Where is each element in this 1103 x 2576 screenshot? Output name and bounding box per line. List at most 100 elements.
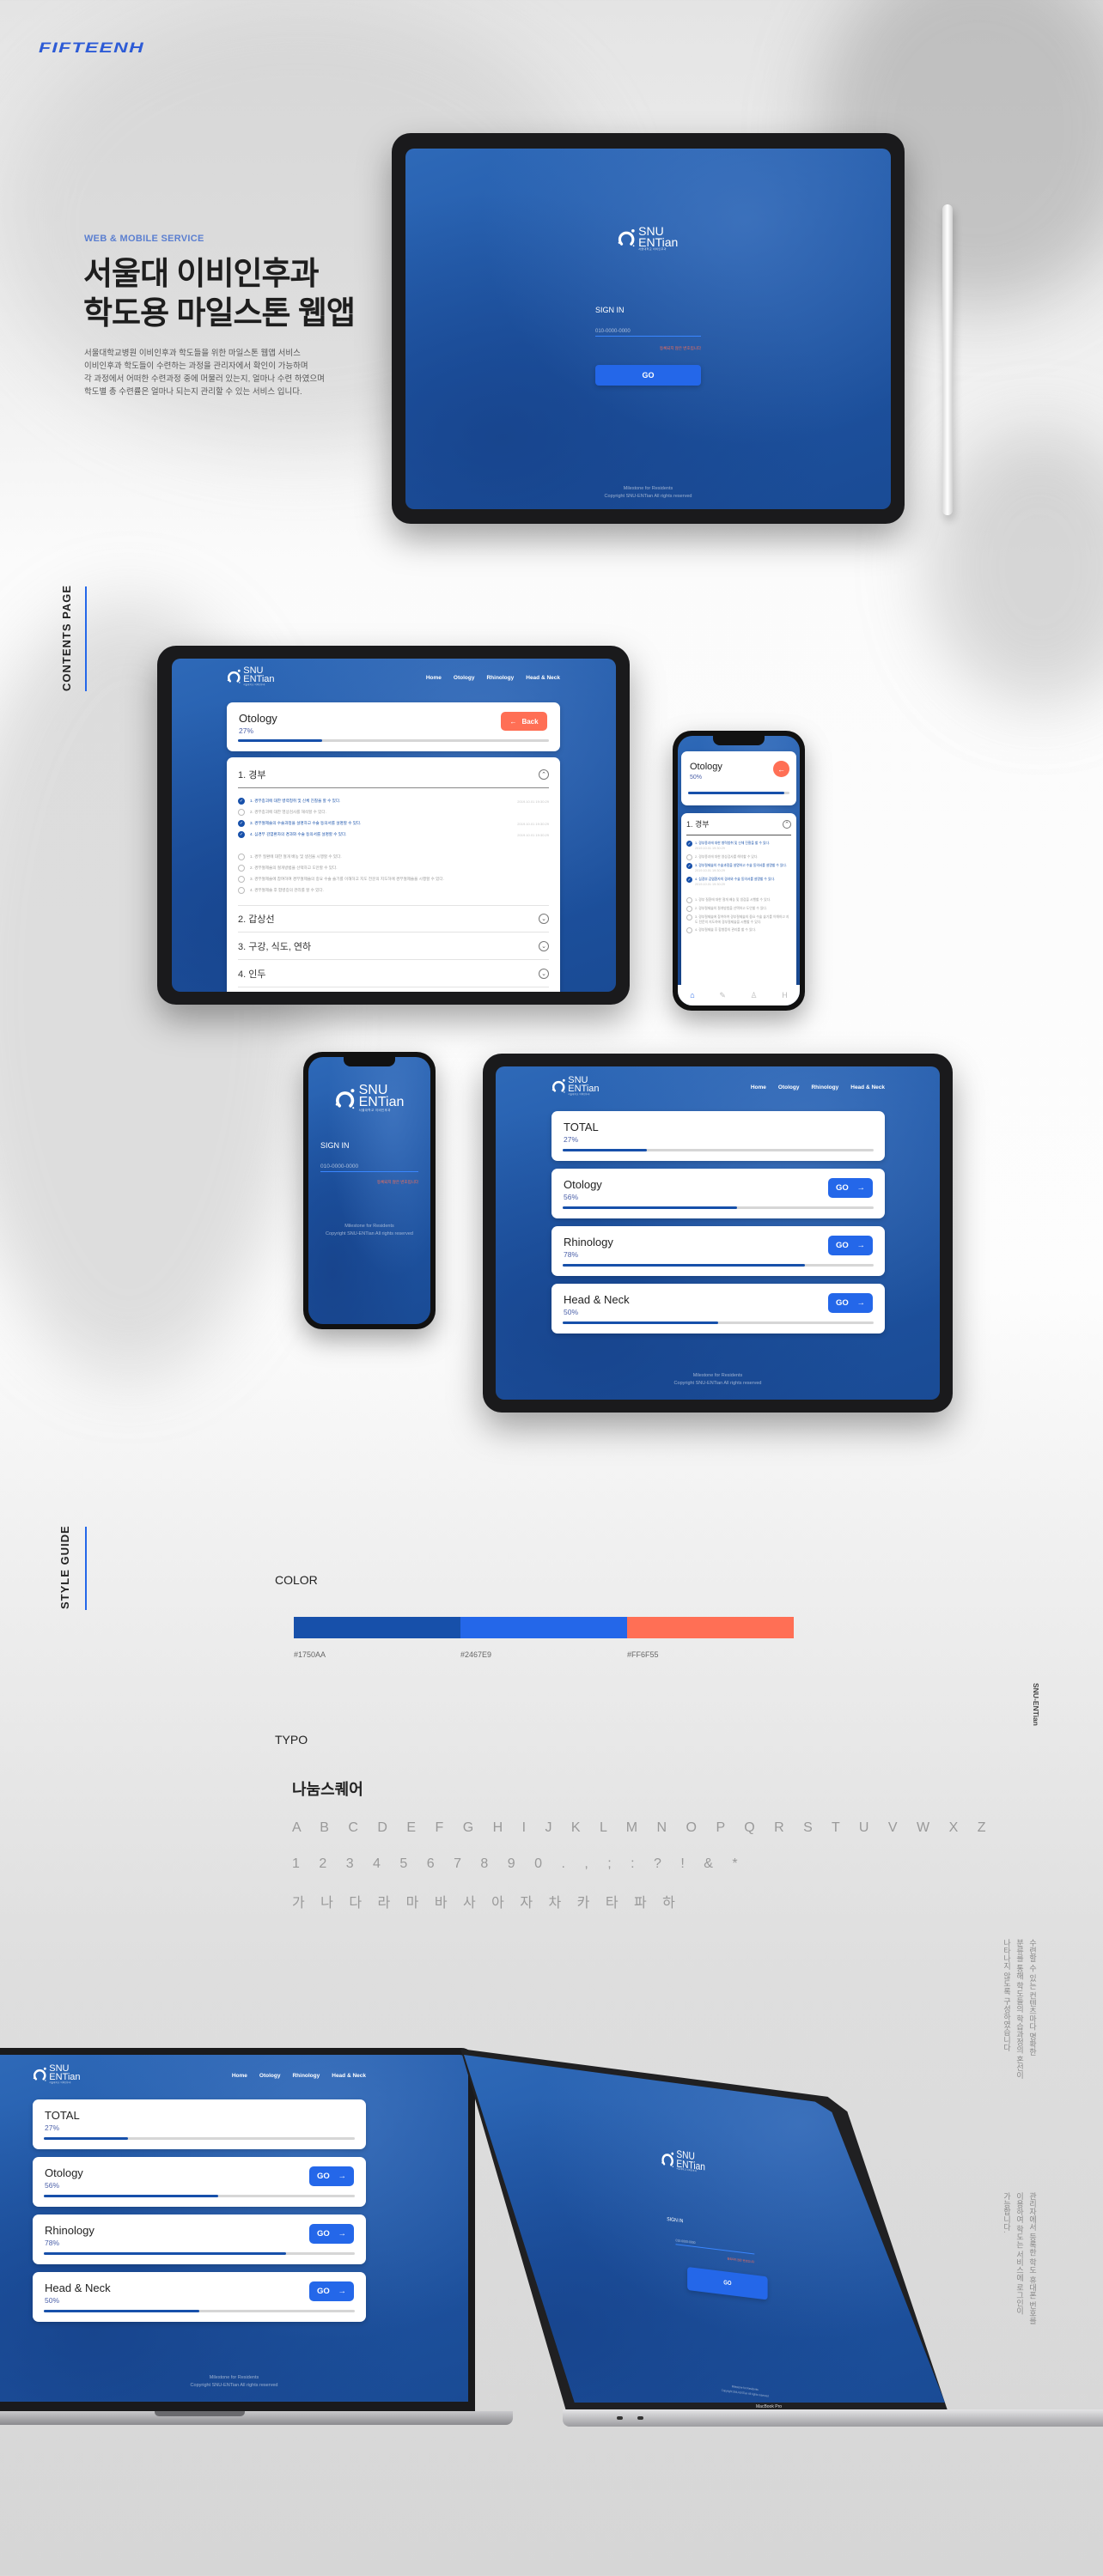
checklist-item[interactable]: 2. 경부종괴에 대한 영상검사를 해석할 수 있다. <box>686 854 791 860</box>
arrow-right-icon: → <box>856 1183 866 1193</box>
checked-icon[interactable]: ✓ <box>686 877 692 883</box>
checklist-item[interactable]: ✓ 4. 심경부 감염환자의 경과와 수술 동의서를 설명할 수 있다. 2019.… <box>686 877 791 887</box>
checklist-item[interactable]: ✓ 4. 심경부 감염환자의 경과와 수술 동의서를 설명할 수 있다. 2019.… <box>238 831 549 838</box>
phone-input[interactable]: 010-0000-0000 <box>320 1163 418 1172</box>
item-text: 4. 경부절제술 후 합병증의 관리를 할 수 있다. <box>695 928 756 932</box>
nav-link-head-neck[interactable]: Head & Neck <box>332 2073 366 2079</box>
unchecked-icon[interactable] <box>686 906 692 912</box>
section-header[interactable]: 2. 갑상선 ⌄ <box>238 905 549 933</box>
section-header[interactable]: 1. 경부 ⌃ <box>238 761 549 788</box>
phone-notch <box>713 736 765 745</box>
checklist-item[interactable]: 2. 경부종괴에 대한 영상검사를 해석할 수 있다. <box>238 809 549 816</box>
nav-link-otology[interactable]: Otology <box>778 1084 800 1091</box>
section-title: 3. 구강, 식도, 연하 <box>238 941 312 952</box>
item-text: 3. 경부절제술에 참여하여 경부절제술의 중요 수술 술기를 이해하고 지도 … <box>695 915 789 924</box>
card-percent: 78% <box>45 2239 60 2247</box>
checked-icon[interactable]: ✓ <box>238 831 245 838</box>
checklist-item[interactable]: 3. 경부절제술에 참여하여 경부절제술의 중요 수술 술기를 이해하고 지도 … <box>686 914 791 925</box>
phone-input[interactable]: 010-0000-0000 <box>595 329 701 337</box>
back-button[interactable]: ← <box>773 761 789 777</box>
checked-icon[interactable]: ✓ <box>686 863 692 869</box>
checklist-item[interactable]: 3. 경부절제술에 참여하여 경부절제술의 중요 수술 술기를 이해하고 지도 … <box>238 876 549 883</box>
edit-icon[interactable]: ✎ <box>719 991 726 1000</box>
nav-link-home[interactable]: Home <box>751 1084 766 1091</box>
unchecked-icon[interactable] <box>238 876 245 883</box>
card-title: Otology <box>45 2166 83 2179</box>
go-button[interactable]: GO → <box>309 2224 354 2244</box>
go-button[interactable]: GO → <box>828 1178 873 1198</box>
user-icon[interactable]: ♙ <box>751 991 758 1000</box>
typo-heading: TYPO <box>275 1733 308 1747</box>
checklist-item[interactable]: ✓ 3. 경부절제술의 수술과정을 설명하고 수술 동의서를 설명할 수 있다. 2… <box>686 863 791 873</box>
section-header[interactable]: 4. 인두 ⌄ <box>238 960 549 987</box>
nav-link-rhinology[interactable]: Rhinology <box>811 1084 838 1091</box>
unchecked-icon[interactable] <box>238 854 245 860</box>
nav-link-home[interactable]: Home <box>426 675 442 681</box>
go-button[interactable]: GO → <box>828 1236 873 1255</box>
home-icon[interactable]: ⌂ <box>690 991 694 999</box>
angled-login-content: SNU ENTian 서울대학교 이비인후과 SIGN IN 010-0000-0000… <box>464 2055 873 2403</box>
go-button[interactable]: GO → <box>828 1293 873 1313</box>
item-timestamp: 2019.10.01 19:30:29 <box>517 832 549 837</box>
item-text: 4. 심경부 감염환자의 경과와 수술 동의서를 설명할 수 있다. <box>250 832 347 836</box>
checklist-item[interactable]: ✓ 1. 경부종괴에 대한 병력청취 및 신체 진찰을 할 수 있다. 2019.1… <box>238 798 549 805</box>
unchecked-icon[interactable] <box>238 809 245 816</box>
progress-fill <box>688 792 785 794</box>
nav-link-head-neck[interactable]: Head & Neck <box>850 1084 885 1091</box>
hospital-icon[interactable]: H <box>782 991 788 999</box>
logo-text: SNU ENTian 서울대학교 이비인후과 <box>676 2148 705 2174</box>
unchecked-icon[interactable] <box>238 865 245 872</box>
checklist-item[interactable]: ✓ 1. 경부종괴에 대한 병력청취 및 신체 진찰을 할 수 있다. 2019.1… <box>686 841 791 851</box>
nav-link-otology[interactable]: Otology <box>259 2073 281 2079</box>
go-button[interactable]: GO → <box>309 2281 354 2301</box>
progress-card: Otology 56% GO → <box>552 1169 885 1218</box>
go-label: GO <box>836 1183 849 1193</box>
unchecked-icon[interactable] <box>686 914 692 920</box>
checklist-card: 1. 경부 ⌃ ✓ 1. 경부종괴에 대한 병력청취 및 신체 진찰을 할 수 있다.… <box>227 757 560 992</box>
go-button[interactable]: GO <box>687 2266 768 2300</box>
chevron-down-icon[interactable]: ⌄ <box>539 968 549 979</box>
detail-title: Otology <box>690 762 722 772</box>
checklist-item[interactable]: 2. 경부절제술의 절개방법을 선택하고 도안할 수 있다. <box>238 865 549 872</box>
unchecked-icon[interactable] <box>686 897 692 903</box>
checklist-item[interactable]: 1. 경부 질환에 대한 절개 배농 및 생검을 시행할 수 있다. <box>238 854 549 860</box>
nav-link-otology[interactable]: Otology <box>454 675 475 681</box>
chevron-down-icon[interactable]: ⌄ <box>539 914 549 924</box>
checklist-item[interactable]: 1. 경부 질환에 대한 절개 배농 및 생검을 시행할 수 있다. <box>686 897 791 903</box>
section-header[interactable]: 3. 구강, 식도, 연하 ⌄ <box>238 933 549 960</box>
item-body: 4. 심경부 감염환자의 경과와 수술 동의서를 설명할 수 있다. 2019.1… <box>695 877 775 887</box>
progress-bar <box>563 1206 874 1209</box>
card-percent: 56% <box>45 2181 60 2190</box>
unchecked-icon[interactable] <box>686 927 692 933</box>
go-button[interactable]: GO → <box>309 2166 354 2186</box>
chevron-up-icon[interactable]: ⌃ <box>539 769 549 780</box>
go-button[interactable]: GO <box>595 365 701 386</box>
progress-fill <box>44 2137 128 2140</box>
item-timestamp: 2019.10.01 19:30:29 <box>695 869 725 872</box>
back-button[interactable]: ← Back <box>501 712 547 731</box>
section-title: 4. 인두 <box>238 969 266 980</box>
checklist-item[interactable]: 4. 경부절제술 후 합병증의 관리를 할 수 있다. <box>686 927 791 933</box>
checked-icon[interactable]: ✓ <box>238 820 245 827</box>
checklist-item[interactable]: 4. 경부절제술 후 합병증의 관리를 할 수 있다. <box>238 887 549 894</box>
checked-icon[interactable]: ✓ <box>238 798 245 805</box>
nav-link-rhinology[interactable]: Rhinology <box>486 675 514 681</box>
checked-icon[interactable]: ✓ <box>686 841 692 847</box>
checklist-item[interactable]: 2. 경부절제술의 절개방법을 선택하고 도안할 수 있다. <box>686 906 791 912</box>
nav-link-home[interactable]: Home <box>232 2073 247 2079</box>
nav-link-head-neck[interactable]: Head & Neck <box>526 675 560 681</box>
card-percent: 56% <box>564 1193 579 1201</box>
section-label-style: STYLE GUIDE <box>58 1525 71 1609</box>
chevron-up-icon[interactable]: ⌃ <box>783 819 791 829</box>
arrow-right-icon: → <box>856 1298 866 1308</box>
chevron-down-icon[interactable]: ⌄ <box>539 940 549 951</box>
unchecked-icon[interactable] <box>686 854 692 860</box>
progress-bar <box>688 792 789 794</box>
leaf-shadow <box>928 429 1103 704</box>
section-header[interactable]: 1. 경부 ⌃ <box>686 813 791 835</box>
progress-fill <box>563 1321 718 1324</box>
unchecked-icon[interactable] <box>238 887 245 894</box>
tablet-detail-mockup: SNU ENTian 서울대학교 이비인후과 Home Otology Rhinology… <box>157 646 630 1005</box>
nav-link-rhinology[interactable]: Rhinology <box>292 2073 320 2079</box>
checklist-item[interactable]: ✓ 3. 경부절제술의 수술과정을 설명하고 수술 동의서를 설명할 수 있다. 2… <box>238 820 549 827</box>
